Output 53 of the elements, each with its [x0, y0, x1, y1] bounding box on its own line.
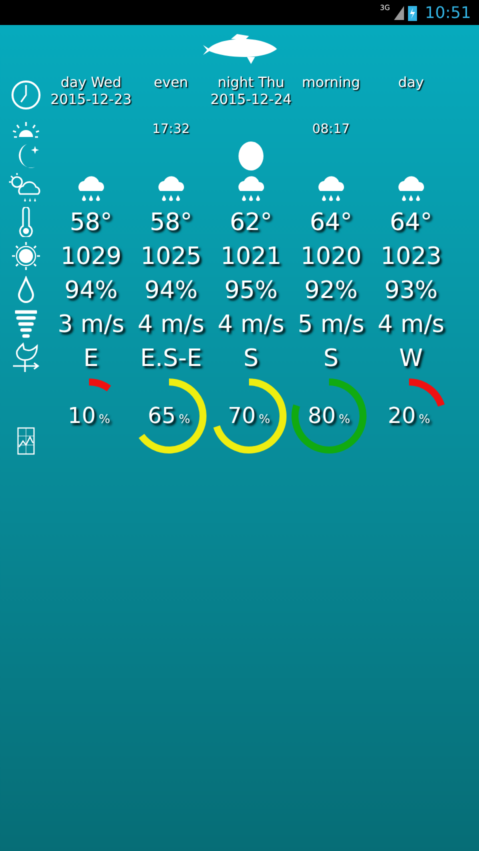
temperature-value: 58° — [70, 207, 112, 238]
date-label: 2015-12-23 — [50, 92, 132, 109]
sun-time: 08:17 — [312, 121, 350, 140]
battery-icon — [408, 4, 417, 20]
humidity-value: 94% — [144, 275, 198, 306]
sun-icon — [10, 241, 40, 271]
wind-direction: S — [243, 343, 259, 374]
pressure-value: 1023 — [380, 241, 442, 272]
sun-time: 17:32 — [152, 121, 190, 140]
period-label: day Wed — [60, 75, 122, 92]
chart-icon[interactable] — [16, 427, 34, 455]
percent-unit: % — [418, 410, 430, 428]
thermometer-icon — [18, 207, 34, 237]
pressure-value: 1020 — [300, 241, 362, 272]
wind-speed: 4 m/s — [218, 309, 284, 340]
sunrise-icon — [10, 121, 40, 139]
wind-speed: 5 m/s — [298, 309, 364, 340]
water-drop-icon — [16, 276, 34, 304]
wind-direction: E.S-E — [140, 343, 202, 374]
period-label: day — [398, 75, 424, 92]
wind-speed: 4 m/s — [138, 309, 204, 340]
temperature-value: 58° — [150, 207, 192, 238]
temperature-value: 64° — [390, 207, 432, 238]
percent-unit: % — [98, 410, 110, 428]
temperature-value: 64° — [310, 207, 352, 238]
precipitation-chance: 10 — [68, 402, 96, 430]
clock-time: 10:51 — [424, 2, 471, 24]
percent-unit: % — [338, 410, 350, 428]
percent-unit: % — [178, 410, 190, 428]
period-label: night Thu — [218, 75, 284, 92]
precipitation-chance: 80 — [308, 402, 336, 430]
temperature-value: 62° — [230, 207, 272, 238]
clock-icon — [10, 80, 40, 110]
date-label: 2015-12-24 — [210, 92, 292, 109]
wind-speed: 4 m/s — [378, 309, 444, 340]
wind-speed: 3 m/s — [58, 309, 124, 340]
period-label: morning — [302, 75, 360, 92]
percent-unit: % — [258, 410, 270, 428]
precipitation-chance: 70 — [228, 402, 256, 430]
humidity-value: 93% — [384, 275, 438, 306]
precipitation-chance: 20 — [388, 402, 416, 430]
humidity-value: 95% — [224, 275, 278, 306]
wind-direction: S — [323, 343, 339, 374]
humidity-value: 92% — [304, 275, 358, 306]
pressure-value: 1025 — [140, 241, 202, 272]
signal-icon — [394, 6, 404, 20]
wind-direction: E — [83, 343, 99, 374]
precipitation-chance: 65 — [148, 402, 176, 430]
period-label: even — [154, 75, 188, 92]
pressure-value: 1029 — [60, 241, 122, 272]
humidity-value: 94% — [64, 275, 118, 306]
pressure-value: 1021 — [220, 241, 282, 272]
wind-direction: W — [399, 343, 423, 374]
